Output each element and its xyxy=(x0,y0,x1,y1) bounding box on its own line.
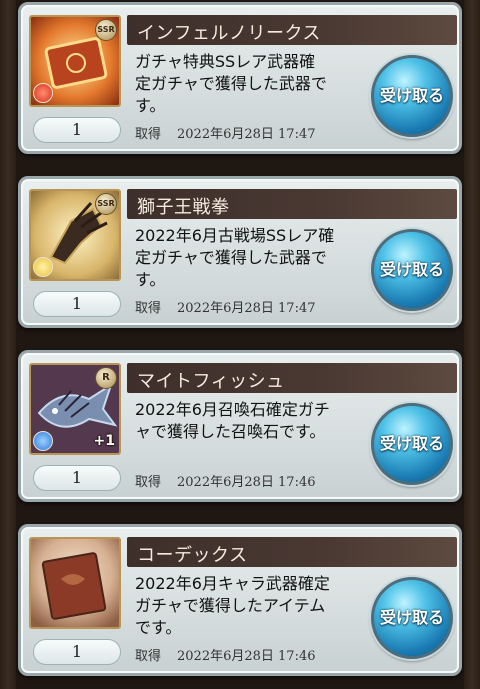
receive-button[interactable]: 受け取る xyxy=(371,403,453,485)
acquired-date: 2022年6月28日 17:46 xyxy=(177,475,316,490)
description-line: す。 xyxy=(135,96,166,115)
rarity-badge: R xyxy=(95,367,117,389)
receive-button[interactable]: 受け取る xyxy=(371,577,453,659)
description-line: す。 xyxy=(135,270,166,289)
item-description: 2022年6月召喚石確定ガチ ャで獲得した召喚石です。 xyxy=(135,399,365,443)
description-line: 2022年6月キャラ武器確定 xyxy=(135,574,330,593)
description-line: 定ガチャで獲得した武器で xyxy=(135,248,327,267)
quantity-pill: 1 xyxy=(33,291,121,317)
item-name-bar: マイトフィッシュ xyxy=(127,363,457,393)
description-line: 2022年6月召喚石確定ガチ xyxy=(135,400,330,419)
description-line: ャで獲得した召喚石です。 xyxy=(135,422,326,441)
present-card: コーデックス 2022年6月キャラ武器確定 ガチャで獲得したアイテム です。 1… xyxy=(18,524,462,676)
present-card: SSR 獅子王戦拳 2022年6月古戦場SSレア確 定ガチャで獲得した武器で す… xyxy=(18,176,462,328)
right-frame-rail xyxy=(464,0,480,689)
item-thumbnail: R +1 xyxy=(29,363,121,455)
fire-element-icon xyxy=(33,83,53,103)
item-name: インフェルノリークス xyxy=(137,23,321,44)
item-description: 2022年6月古戦場SSレア確 定ガチャで獲得した武器で す。 xyxy=(135,225,365,291)
description-line: 2022年6月古戦場SSレア確 xyxy=(135,226,335,245)
item-description: 2022年6月キャラ武器確定 ガチャで獲得したアイテム です。 xyxy=(135,573,365,639)
left-frame-rail xyxy=(0,0,16,689)
present-card: SSR インフェルノリークス ガチャ特典SSレア武器確 定ガチャで獲得した武器で… xyxy=(18,2,462,154)
present-card: R +1 マイトフィッシュ 2022年6月召喚石確定ガチ ャで獲得した召喚石です… xyxy=(18,350,462,502)
rarity-badge: SSR xyxy=(95,193,117,215)
acquired-label: 取得 xyxy=(135,649,162,664)
quantity-pill: 1 xyxy=(33,465,121,491)
description-line: ガチャ特典SSレア武器確 xyxy=(135,52,316,71)
acquired-date: 2022年6月28日 17:46 xyxy=(177,649,316,664)
quantity-pill: 1 xyxy=(33,639,121,665)
item-name-bar: インフェルノリークス xyxy=(127,15,457,45)
acquired-date: 2022年6月28日 17:47 xyxy=(177,127,316,142)
water-element-icon xyxy=(33,431,53,451)
acquired-label: 取得 xyxy=(135,127,162,142)
codex-book-icon xyxy=(31,539,119,627)
item-name-bar: 獅子王戦拳 xyxy=(127,189,457,219)
item-name: コーデックス xyxy=(137,545,248,566)
quantity-pill: 1 xyxy=(33,117,121,143)
item-name: 獅子王戦拳 xyxy=(137,197,230,218)
acquired-label: 取得 xyxy=(135,475,162,490)
item-thumbnail xyxy=(29,537,121,629)
receive-button[interactable]: 受け取る xyxy=(371,55,453,137)
description-line: ガチャで獲得したアイテム xyxy=(135,596,326,615)
receive-button[interactable]: 受け取る xyxy=(371,229,453,311)
acquired-label: 取得 xyxy=(135,301,162,316)
description-line: です。 xyxy=(135,618,182,637)
item-thumbnail: SSR xyxy=(29,189,121,281)
item-name: マイトフィッシュ xyxy=(137,371,285,392)
item-thumbnail: SSR xyxy=(29,15,121,107)
item-description: ガチャ特典SSレア武器確 定ガチャで獲得した武器で す。 xyxy=(135,51,365,117)
rarity-badge: SSR xyxy=(95,19,117,41)
light-element-icon xyxy=(33,257,53,277)
item-name-bar: コーデックス xyxy=(127,537,457,567)
description-line: 定ガチャで獲得した武器で xyxy=(135,74,327,93)
plus-badge: +1 xyxy=(93,433,115,449)
acquired-date: 2022年6月28日 17:47 xyxy=(177,301,316,316)
